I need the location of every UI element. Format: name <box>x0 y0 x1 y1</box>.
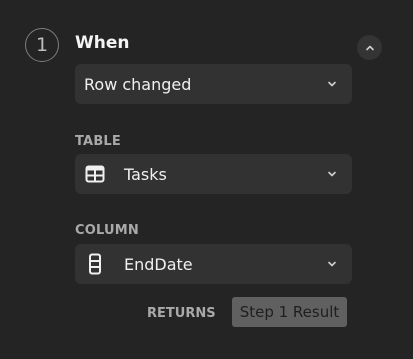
returns-result-chip[interactable]: Step 1 Result <box>232 297 347 327</box>
step-number-badge: 1 <box>25 28 59 62</box>
table-select-value: Tasks <box>124 164 167 184</box>
column-icon <box>84 253 106 275</box>
trigger-select-value: Row changed <box>84 74 192 94</box>
chevron-down-icon <box>326 78 338 90</box>
chevron-up-icon <box>365 45 374 50</box>
table-icon <box>84 163 106 185</box>
step-title: When <box>75 33 130 53</box>
trigger-select[interactable]: Row changed <box>75 64 352 104</box>
chevron-down-icon <box>326 258 338 270</box>
step-panel: 1 When Row changed TABLE Tasks COLUMN En… <box>0 0 413 359</box>
table-select[interactable]: Tasks <box>75 154 352 194</box>
chevron-down-icon <box>326 168 338 180</box>
step-number: 1 <box>35 34 49 56</box>
returns-label: RETURNS <box>147 306 216 321</box>
collapse-button[interactable] <box>357 35 382 60</box>
column-select-value: EndDate <box>124 254 193 274</box>
column-select[interactable]: EndDate <box>75 244 352 284</box>
column-label: COLUMN <box>75 223 139 238</box>
table-label: TABLE <box>75 134 121 149</box>
